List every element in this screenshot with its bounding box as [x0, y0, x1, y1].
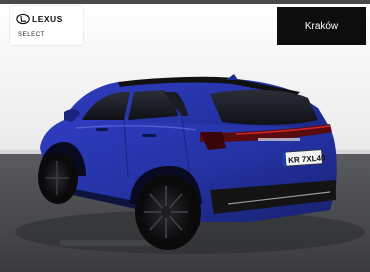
- top-bar: [0, 0, 370, 4]
- front-wheel: [38, 152, 78, 204]
- lexus-logo-icon: LEXUS: [16, 13, 63, 25]
- lexus-select-logo: LEXUS SELECT: [10, 6, 83, 45]
- location-badge: Kraków: [277, 7, 366, 45]
- logo-tagline: SELECT: [18, 32, 45, 38]
- license-plate: KR 7XL40: [281, 149, 326, 167]
- rear-wheel: [135, 174, 201, 250]
- logo-wordmark: LEXUS: [32, 14, 63, 24]
